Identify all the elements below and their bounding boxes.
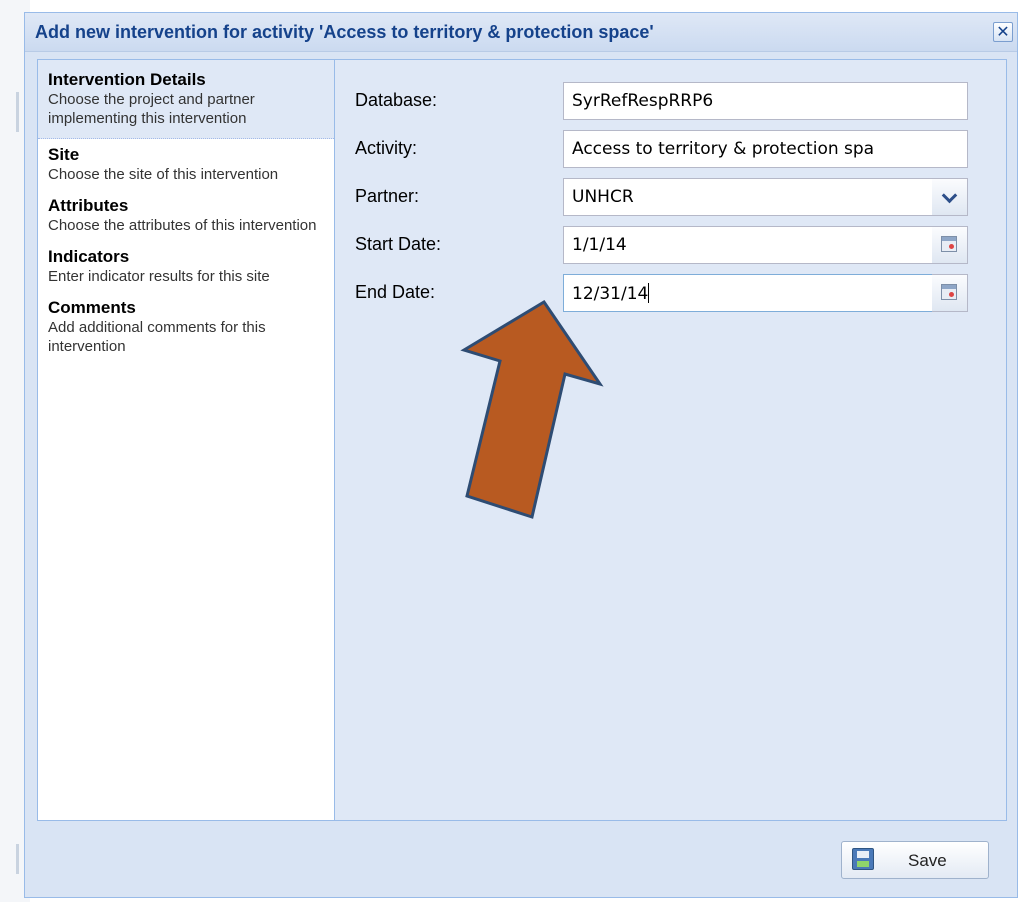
nav-item-title: Comments bbox=[48, 298, 136, 317]
end-date-picker-trigger[interactable] bbox=[932, 274, 968, 312]
nav-item-comments[interactable]: Comments Add additional comments for thi… bbox=[38, 292, 334, 362]
nav-item-description: Choose the project and partner implement… bbox=[48, 91, 255, 127]
background-edge-mark bbox=[16, 844, 19, 874]
save-button[interactable]: Save bbox=[841, 841, 989, 879]
nav-item-intervention-details[interactable]: Intervention Details Choose the project … bbox=[38, 60, 334, 139]
partner-label: Partner: bbox=[355, 186, 420, 206]
partner-row: Partner: UNHCR bbox=[335, 178, 1007, 218]
start-date-picker-trigger[interactable] bbox=[932, 226, 968, 264]
nav-item-title: Site bbox=[48, 145, 80, 164]
database-row: Database: SyrRefRespRRP6 bbox=[335, 82, 1007, 122]
step-navigation: Intervention Details Choose the project … bbox=[37, 59, 335, 821]
nav-item-site[interactable]: Site Choose the site of this interventio… bbox=[38, 139, 334, 190]
end-date-label: End Date: bbox=[355, 282, 436, 302]
nav-item-title: Intervention Details bbox=[48, 70, 206, 89]
annotation-arrow-shape bbox=[460, 299, 604, 519]
activity-label: Activity: bbox=[355, 138, 418, 158]
start-date-row: Start Date: 1/1/14 bbox=[335, 226, 1007, 266]
nav-item-indicators[interactable]: Indicators Enter indicator results for t… bbox=[38, 241, 334, 292]
start-date-field[interactable]: 1/1/14 bbox=[563, 226, 933, 264]
activity-row: Activity: Access to territory & protecti… bbox=[335, 130, 1007, 170]
nav-item-description: Choose the attributes of this interventi… bbox=[48, 217, 317, 234]
end-date-value: 12/31/14 bbox=[572, 284, 649, 304]
end-date-row: End Date: 12/31/14 bbox=[335, 274, 1007, 314]
start-date-label: Start Date: bbox=[355, 234, 442, 254]
close-icon: ✕ bbox=[996, 24, 1010, 41]
disk-icon bbox=[852, 848, 874, 870]
partner-combobox[interactable]: UNHCR bbox=[563, 178, 933, 216]
activity-field[interactable]: Access to territory & protection spa bbox=[563, 130, 968, 168]
end-date-field[interactable]: 12/31/14 bbox=[563, 274, 933, 312]
intervention-details-form: Database: SyrRefRespRRP6 Activity: Acces… bbox=[335, 59, 1007, 821]
chevron-down-icon bbox=[941, 187, 958, 204]
calendar-icon bbox=[941, 284, 957, 300]
nav-item-description: Choose the site of this intervention bbox=[48, 166, 279, 183]
nav-item-description: Enter indicator results for this site bbox=[48, 268, 270, 285]
dialog-title: Add new intervention for activity 'Acces… bbox=[35, 22, 654, 42]
nav-item-title: Indicators bbox=[48, 247, 130, 266]
dialog-footer: Save bbox=[25, 831, 1017, 897]
database-field[interactable]: SyrRefRespRRP6 bbox=[563, 82, 968, 120]
partner-dropdown-trigger[interactable] bbox=[932, 178, 968, 216]
background-edge-mark bbox=[16, 92, 19, 132]
nav-item-title: Attributes bbox=[48, 196, 129, 215]
save-button-label: Save bbox=[908, 851, 947, 870]
dialog-titlebar: Add new intervention for activity 'Acces… bbox=[25, 13, 1017, 52]
arrow-up-icon bbox=[460, 299, 604, 519]
close-button[interactable]: ✕ bbox=[993, 22, 1013, 42]
text-cursor bbox=[648, 283, 650, 303]
database-label: Database: bbox=[355, 90, 438, 110]
calendar-icon bbox=[941, 236, 957, 252]
nav-item-attributes[interactable]: Attributes Choose the attributes of this… bbox=[38, 190, 334, 241]
nav-item-description: Add additional comments for this interve… bbox=[48, 319, 266, 355]
